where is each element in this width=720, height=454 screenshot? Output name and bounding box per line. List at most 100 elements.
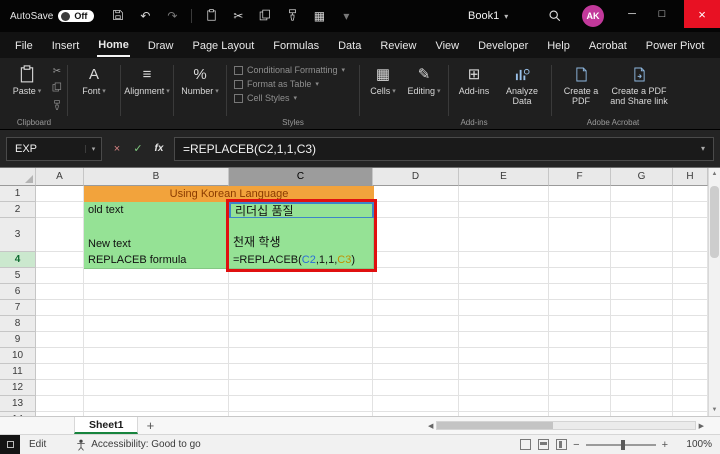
toolbar-dropdown-icon[interactable]: ▾ <box>338 10 354 22</box>
cell[interactable] <box>36 380 84 396</box>
cell[interactable] <box>229 284 373 300</box>
autosave-toggle[interactable]: AutoSave Off <box>10 10 95 22</box>
cell[interactable] <box>673 316 708 332</box>
cell[interactable] <box>36 316 84 332</box>
horizontal-scroll-track[interactable] <box>436 421 696 430</box>
redo-icon[interactable]: ↷ <box>164 10 180 22</box>
cell[interactable] <box>673 332 708 348</box>
scroll-left-icon[interactable]: ◀ <box>428 422 433 430</box>
tab-page-layout[interactable]: Page Layout <box>191 35 255 56</box>
scroll-down-icon[interactable]: ▼ <box>712 404 718 416</box>
sheet-tab-sheet1[interactable]: Sheet1 <box>74 417 139 434</box>
cell[interactable] <box>459 284 549 300</box>
normal-view-icon[interactable] <box>520 439 532 450</box>
cell[interactable] <box>84 300 229 316</box>
zoom-slider-knob[interactable] <box>620 439 625 450</box>
cell[interactable] <box>459 202 549 218</box>
cell[interactable] <box>84 348 229 364</box>
save-icon[interactable] <box>110 9 126 23</box>
cell[interactable] <box>36 186 84 202</box>
format-as-table-button[interactable]: Format as Table ▾ <box>234 79 352 89</box>
cell[interactable] <box>373 364 459 380</box>
cell[interactable] <box>549 380 611 396</box>
cell[interactable] <box>373 348 459 364</box>
vertical-scroll-track[interactable] <box>709 180 720 404</box>
vertical-scrollbar[interactable]: ▲ ▼ <box>708 168 720 416</box>
cell[interactable] <box>459 300 549 316</box>
cell[interactable] <box>459 186 549 202</box>
name-box[interactable]: EXP ▾ <box>6 136 102 161</box>
cell-c3[interactable]: 천재 학생 <box>229 218 374 253</box>
cell[interactable] <box>459 332 549 348</box>
paste-button[interactable]: Paste ▾ <box>4 61 50 97</box>
tab-data[interactable]: Data <box>337 35 362 56</box>
cell[interactable] <box>373 268 459 284</box>
page-break-view-icon[interactable] <box>556 439 568 450</box>
cell[interactable] <box>373 332 459 348</box>
cell[interactable] <box>36 268 84 284</box>
col-header-a[interactable]: A <box>36 168 84 186</box>
cell[interactable] <box>36 252 84 268</box>
tab-formulas[interactable]: Formulas <box>272 35 320 56</box>
cell[interactable] <box>611 364 673 380</box>
horizontal-scroll-thumb[interactable] <box>437 422 554 429</box>
chevron-down-icon[interactable]: ▾ <box>85 144 101 153</box>
cell[interactable] <box>373 202 459 218</box>
row-header[interactable]: 9 <box>0 332 36 348</box>
add-sheet-button[interactable]: + <box>138 417 162 434</box>
zoom-in-button[interactable]: + <box>662 439 668 451</box>
cell[interactable] <box>611 300 673 316</box>
cell[interactable] <box>459 268 549 284</box>
cell[interactable] <box>459 218 549 252</box>
avatar[interactable]: AK <box>582 5 604 27</box>
cell[interactable] <box>549 284 611 300</box>
row-header[interactable]: 2 <box>0 202 36 218</box>
cell[interactable] <box>549 396 611 412</box>
cells-button[interactable]: ▦ Cells ▾ <box>363 61 403 97</box>
horizontal-scrollbar[interactable]: ◀ ▶ <box>428 417 704 434</box>
cell[interactable] <box>611 252 673 268</box>
cell[interactable] <box>549 300 611 316</box>
zoom-level[interactable]: 100% <box>682 439 712 450</box>
format-painter-icon[interactable] <box>52 100 62 113</box>
row-header[interactable]: 12 <box>0 380 36 396</box>
cell[interactable] <box>36 364 84 380</box>
cell[interactable] <box>611 186 673 202</box>
cell[interactable] <box>611 380 673 396</box>
cell[interactable] <box>373 218 459 252</box>
cell[interactable] <box>611 348 673 364</box>
clipboard-icon[interactable] <box>203 9 219 23</box>
cell-b3[interactable]: New text <box>84 218 230 253</box>
macro-record-button[interactable] <box>0 435 20 454</box>
zoom-out-button[interactable]: − <box>573 439 579 451</box>
cell[interactable] <box>459 348 549 364</box>
cell[interactable] <box>459 252 549 268</box>
editing-button[interactable]: ✎ Editing ▾ <box>403 61 445 97</box>
tab-draw[interactable]: Draw <box>147 35 175 56</box>
cell[interactable] <box>36 284 84 300</box>
cell[interactable] <box>611 316 673 332</box>
cell[interactable] <box>84 396 229 412</box>
cell[interactable] <box>36 300 84 316</box>
cell[interactable] <box>229 380 373 396</box>
cell[interactable] <box>229 364 373 380</box>
conditional-formatting-button[interactable]: Conditional Formatting ▾ <box>234 65 352 75</box>
cell[interactable] <box>459 364 549 380</box>
cell[interactable] <box>673 252 708 268</box>
autosave-pill[interactable]: Off <box>58 10 95 22</box>
cell[interactable] <box>549 186 611 202</box>
row-header[interactable]: 3 <box>0 218 36 252</box>
cell[interactable] <box>36 396 84 412</box>
cell[interactable] <box>373 316 459 332</box>
cell[interactable] <box>84 284 229 300</box>
cell[interactable] <box>673 202 708 218</box>
cell[interactable] <box>459 396 549 412</box>
cell[interactable] <box>84 316 229 332</box>
tab-developer[interactable]: Developer <box>477 35 529 56</box>
col-header-f[interactable]: F <box>549 168 611 186</box>
cell[interactable] <box>549 218 611 252</box>
cell[interactable] <box>673 300 708 316</box>
addins-button[interactable]: ⊞ Add-ins <box>452 61 496 97</box>
cell-styles-button[interactable]: Cell Styles ▾ <box>234 93 352 103</box>
tab-home[interactable]: Home <box>97 34 130 57</box>
